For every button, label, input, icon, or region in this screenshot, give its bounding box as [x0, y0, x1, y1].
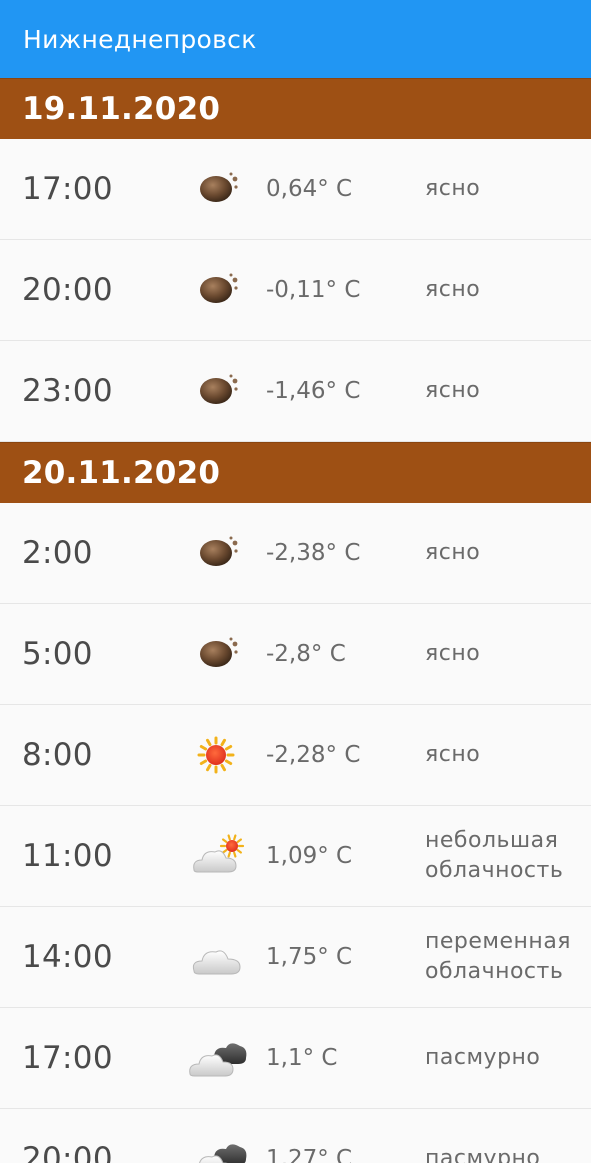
forecast-temperature: 1,09° C: [266, 843, 353, 869]
moon-clear-icon: [188, 266, 248, 314]
cloud-dark-icon: [188, 1034, 248, 1082]
forecast-row[interactable]: 14:00 1,75° C переменная облачность: [0, 907, 591, 1008]
forecast-time: 20:00: [22, 1141, 113, 1163]
day-header: 19.11.2020: [0, 78, 591, 139]
forecast-condition: пасмурно: [425, 1146, 541, 1163]
forecast-time: 20:00: [22, 272, 113, 308]
forecast-row[interactable]: 8:00 -2,28° C ясно: [0, 705, 591, 806]
forecast-row[interactable]: 20:00 1,27° C пасмурно: [0, 1109, 591, 1163]
forecast-time: 8:00: [22, 737, 93, 773]
city-title: Нижнеднепровск: [23, 24, 257, 54]
forecast-row[interactable]: 20:00 -0,11° C ясно: [0, 240, 591, 341]
forecast-temperature: 1,75° C: [266, 944, 353, 970]
forecast-condition: ясно: [425, 540, 481, 565]
day-date: 19.11.2020: [22, 91, 221, 127]
cloud-dark-icon: [188, 1135, 248, 1163]
weather-app: Нижнеднепровск 19.11.2020 17:00 0,64° C …: [0, 0, 591, 1163]
forecast-condition: ясно: [425, 176, 481, 201]
moon-clear-icon: [188, 529, 248, 577]
forecast-time: 14:00: [22, 939, 113, 975]
cloud-sun-icon: [188, 832, 248, 880]
forecast-condition: пасмурно: [425, 1045, 541, 1070]
forecast-condition: ясно: [425, 742, 481, 767]
forecast-temperature: -1,46° C: [266, 378, 361, 404]
cloud-icon: [188, 933, 248, 981]
forecast-temperature: -0,11° C: [266, 277, 361, 303]
forecast-condition: ясно: [425, 277, 481, 302]
forecast-time: 17:00: [22, 1040, 113, 1076]
day-header: 20.11.2020: [0, 442, 591, 503]
forecast-temperature: 1,27° C: [266, 1146, 353, 1163]
forecast-temperature: 0,64° C: [266, 176, 353, 202]
forecast-temperature: -2,38° C: [266, 540, 361, 566]
forecast-row[interactable]: 11:00 1,09° C небольшая облачность: [0, 806, 591, 907]
forecast-temperature: -2,8° C: [266, 641, 346, 667]
forecast-time: 5:00: [22, 636, 93, 672]
forecast-row[interactable]: 2:00 -2,38° C ясно: [0, 503, 591, 604]
forecast-temperature: 1,1° C: [266, 1045, 338, 1071]
forecast-condition: ясно: [425, 641, 481, 666]
app-bar: Нижнеднепровск: [0, 0, 591, 78]
forecast-condition: небольшая облачность: [425, 828, 564, 883]
forecast-time: 23:00: [22, 373, 113, 409]
forecast-row[interactable]: 5:00 -2,8° C ясно: [0, 604, 591, 705]
forecast-condition: переменная облачность: [425, 929, 572, 984]
moon-clear-icon: [188, 367, 248, 415]
forecast-time: 17:00: [22, 171, 113, 207]
forecast-temperature: -2,28° C: [266, 742, 361, 768]
forecast-time: 11:00: [22, 838, 113, 874]
forecast-time: 2:00: [22, 535, 93, 571]
moon-clear-icon: [188, 630, 248, 678]
forecast-row[interactable]: 23:00 -1,46° C ясно: [0, 341, 591, 442]
forecast-row[interactable]: 17:00 0,64° C ясно: [0, 139, 591, 240]
sun-icon: [188, 731, 248, 779]
forecast-list[interactable]: 19.11.2020 17:00 0,64° Cясно 20:00 -0,11…: [0, 78, 591, 1163]
day-date: 20.11.2020: [22, 455, 221, 491]
moon-clear-icon: [188, 165, 248, 213]
forecast-row[interactable]: 17:00 1,1° C пасмурно: [0, 1008, 591, 1109]
forecast-condition: ясно: [425, 378, 481, 403]
